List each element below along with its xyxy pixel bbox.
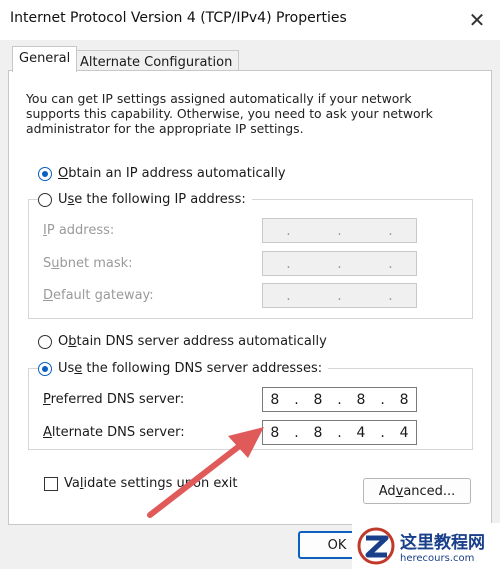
ip-address-input[interactable]: ...	[262, 218, 417, 243]
default-gateway-input[interactable]: ...	[262, 283, 417, 308]
use-following-ip-radio[interactable]: Use the following IP address:	[38, 192, 252, 207]
watermark-logo-icon	[357, 527, 395, 565]
radio-button-icon	[38, 192, 52, 207]
advanced-button[interactable]: Advanced...	[363, 478, 471, 504]
radio-button-selected-icon	[38, 361, 52, 376]
use-following-dns-radio[interactable]: Use the following DNS server addresses:	[38, 361, 329, 376]
alternate-dns-label: Alternate DNS server:	[43, 425, 185, 440]
watermark-url: herecours.com	[400, 553, 475, 564]
checkbox-icon	[44, 476, 58, 491]
alternate-dns-input[interactable]: 8. 8. 4. 4	[262, 420, 417, 445]
use-following-ip-label: Use the following IP address:	[58, 192, 246, 207]
title-bar: Internet Protocol Version 4 (TCP/IPv4) P…	[0, 0, 500, 40]
default-gateway-label: Default gateway:	[43, 288, 154, 303]
obtain-dns-auto-label: Obtain DNS server address automatically	[58, 334, 327, 349]
close-icon: ✕	[468, 8, 486, 32]
preferred-dns-label: Preferred DNS server:	[43, 392, 185, 407]
radio-button-selected-icon	[38, 166, 52, 181]
use-following-dns-label: Use the following DNS server addresses:	[58, 361, 323, 376]
obtain-ip-auto-radio[interactable]: Obtain an IP address automatically	[38, 166, 292, 181]
window-title: Internet Protocol Version 4 (TCP/IPv4) P…	[10, 10, 347, 26]
obtain-ip-auto-label: Obtain an IP address automatically	[58, 166, 286, 181]
radio-button-icon	[38, 334, 52, 349]
subnet-mask-label: Subnet mask:	[43, 256, 133, 271]
site-watermark: 这里教程网 herecours.com	[352, 523, 500, 569]
description-text: You can get IP settings assigned automat…	[26, 91, 433, 136]
tab-general[interactable]: General	[12, 46, 78, 72]
close-button[interactable]: ✕	[454, 0, 500, 40]
preferred-dns-input[interactable]: 8. 8. 8. 8	[262, 387, 417, 412]
subnet-mask-input[interactable]: ...	[262, 251, 417, 276]
validate-settings-label: Validate settings upon exit	[64, 476, 238, 491]
validate-settings-checkbox[interactable]: Validate settings upon exit	[44, 476, 238, 491]
ip-address-label: IP address:	[43, 223, 115, 238]
obtain-dns-auto-radio[interactable]: Obtain DNS server address automatically	[38, 334, 333, 349]
watermark-cn: 这里教程网	[400, 533, 485, 553]
advanced-button-label: Advanced...	[378, 483, 456, 499]
